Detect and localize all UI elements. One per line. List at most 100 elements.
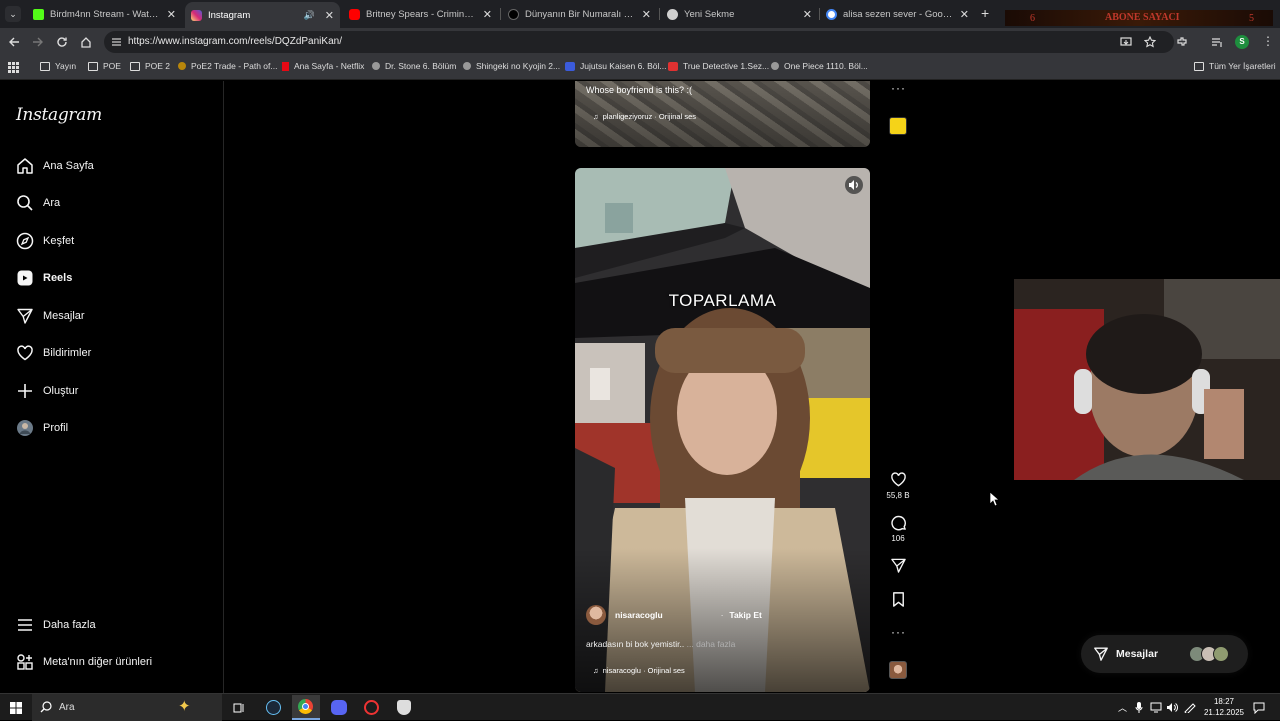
site-info-icon[interactable] bbox=[111, 37, 122, 47]
taskbar-search-box[interactable]: Ara ✦ bbox=[32, 694, 222, 721]
nav-reels[interactable]: Reels bbox=[16, 269, 72, 287]
bookmark-true-detective[interactable]: True Detective 1.Sez... bbox=[668, 61, 769, 71]
back-icon[interactable] bbox=[8, 36, 20, 48]
tab-instagram[interactable]: Instagram 🔊 ✕ bbox=[185, 2, 340, 28]
bookmark-poe2-trade[interactable]: PoE2 Trade - Path of... bbox=[178, 61, 277, 71]
steam-app-icon[interactable] bbox=[266, 700, 281, 715]
bookmark-poe[interactable]: POE bbox=[88, 61, 121, 71]
microphone-icon[interactable] bbox=[1135, 702, 1143, 714]
browser-menu-icon[interactable]: ⋮ bbox=[1262, 34, 1274, 48]
audio-thumbnail[interactable] bbox=[889, 661, 907, 679]
speaker-icon[interactable]: 🔊 bbox=[304, 10, 315, 21]
bookmark-poe2[interactable]: POE 2 bbox=[130, 61, 170, 71]
nav-profile[interactable]: Profil bbox=[16, 419, 68, 437]
heart-icon bbox=[890, 472, 906, 487]
app-icon[interactable] bbox=[364, 700, 379, 715]
close-tab-icon[interactable]: ✕ bbox=[803, 8, 812, 21]
network-icon[interactable] bbox=[1150, 702, 1162, 713]
tab-google-search[interactable]: alisa sezen sever - Google'da A ✕ bbox=[820, 3, 975, 25]
poe-trade-favicon-icon bbox=[178, 62, 186, 70]
media-control-icon[interactable] bbox=[1211, 36, 1223, 48]
close-tab-icon[interactable]: ✕ bbox=[483, 8, 492, 21]
nav-home[interactable]: Ana Sayfa bbox=[16, 157, 94, 175]
chrome-app-icon[interactable] bbox=[292, 695, 320, 720]
address-bar[interactable]: https://www.instagram.com/reels/DQZdPani… bbox=[104, 31, 1174, 53]
nav-meta-products[interactable]: Meta'nın diğer ürünleri bbox=[16, 653, 152, 671]
nav-messages[interactable]: Mesajlar bbox=[16, 307, 85, 325]
new-tab-button[interactable]: + bbox=[981, 5, 989, 21]
tab-new-tab[interactable]: Yeni Sekme ✕ bbox=[661, 3, 818, 25]
bookmark-jujutsu[interactable]: Jujutsu Kaisen 6. Böl... bbox=[565, 61, 666, 71]
nav-label: Daha fazla bbox=[43, 619, 96, 631]
avatar bbox=[17, 420, 33, 436]
messages-float-button[interactable]: Mesajlar bbox=[1081, 635, 1248, 673]
hidden-icons-chevron[interactable]: ︿ bbox=[1118, 701, 1127, 714]
instagram-logo[interactable]: Instagram bbox=[16, 105, 102, 125]
reel-audio-row[interactable]: ♫ nisaracoglu · Orijinal ses bbox=[593, 666, 685, 675]
windows-start-icon[interactable] bbox=[10, 702, 22, 714]
profile-avatar[interactable]: S bbox=[1235, 35, 1249, 49]
more-options-icon[interactable]: ··· bbox=[891, 625, 906, 639]
site-favicon-icon bbox=[463, 62, 471, 70]
caption-more-link[interactable]: ... daha fazla bbox=[687, 639, 736, 649]
reel-previous[interactable]: Whose boyfriend is this? :( ♫ planligezi… bbox=[575, 81, 870, 147]
tab-birdm4nn[interactable]: Birdm4nn Stream - Watch Live ✕ bbox=[27, 3, 182, 25]
all-bookmarks[interactable]: Tüm Yer İşaretleri bbox=[1194, 61, 1276, 71]
close-tab-icon[interactable]: ✕ bbox=[960, 8, 969, 21]
mute-toggle-button[interactable] bbox=[845, 176, 863, 194]
browser-toolbar: https://www.instagram.com/reels/DQZdPani… bbox=[0, 28, 1280, 56]
home-icon[interactable] bbox=[80, 36, 92, 48]
clock[interactable]: 18:27 21.12.2025 bbox=[1200, 696, 1248, 718]
discord-app-icon[interactable] bbox=[331, 700, 347, 715]
bookmark-yayin[interactable]: Yayın bbox=[40, 61, 76, 71]
nav-search[interactable]: Ara bbox=[16, 194, 60, 212]
search-icon bbox=[17, 195, 33, 211]
nav-more[interactable]: Daha fazla bbox=[16, 616, 96, 634]
tab-title: Instagram bbox=[208, 9, 251, 21]
notification-center-icon[interactable] bbox=[1253, 702, 1265, 714]
kick-favicon-icon bbox=[33, 8, 44, 20]
url-text[interactable]: https://www.instagram.com/reels/DQZdPani… bbox=[128, 36, 342, 47]
bookmark-netflix[interactable]: Ana Sayfa - Netflix bbox=[282, 61, 364, 71]
reload-icon[interactable] bbox=[56, 36, 68, 48]
reel-audio[interactable]: planligeziyoruz · Orijinal ses bbox=[603, 112, 696, 121]
nav-create[interactable]: Oluştur bbox=[16, 382, 78, 400]
save-action[interactable] bbox=[885, 591, 911, 611]
tab-britney[interactable]: Britney Spears - Criminal (Offic ✕ bbox=[343, 3, 498, 25]
tab-title: Dünyanın Bir Numaralı Yıldızı bbox=[525, 8, 636, 20]
pen-icon[interactable] bbox=[1184, 702, 1196, 713]
nav-explore[interactable]: Keşfet bbox=[16, 232, 74, 250]
forward-icon[interactable] bbox=[32, 36, 44, 48]
app-icon[interactable] bbox=[397, 700, 411, 715]
bookmark-shingeki[interactable]: Shingeki no Kyojin 2... bbox=[463, 61, 560, 71]
volume-icon[interactable] bbox=[1166, 702, 1178, 713]
nav-notifications[interactable]: Bildirimler bbox=[16, 344, 91, 362]
author-username[interactable]: nisaracoglu bbox=[615, 610, 663, 620]
caption-text: arkadasın bi bok yemistir.. bbox=[586, 639, 685, 649]
task-view-icon[interactable] bbox=[233, 702, 245, 714]
nav-label: Meta'nın diğer ürünleri bbox=[43, 656, 153, 668]
tab-dunyanin[interactable]: Dünyanın Bir Numaralı Yıldızı ✕ bbox=[502, 3, 657, 25]
audio-thumbnail[interactable] bbox=[889, 117, 907, 135]
bookmark-star-icon[interactable] bbox=[1144, 36, 1156, 48]
close-tab-icon[interactable]: ✕ bbox=[325, 9, 334, 22]
site-favicon-icon bbox=[668, 61, 678, 71]
bookmark-label: Ana Sayfa - Netflix bbox=[294, 61, 365, 71]
extensions-icon[interactable] bbox=[1176, 36, 1188, 48]
reel-main-video[interactable]: TOPARLAMA nisaracoglu · Takip Et arkadas… bbox=[575, 168, 870, 692]
author-avatar[interactable] bbox=[586, 605, 606, 625]
messages-icon bbox=[1094, 647, 1108, 661]
like-action[interactable]: 55,8 B bbox=[885, 471, 911, 500]
follow-button[interactable]: Takip Et bbox=[729, 610, 761, 620]
share-action[interactable] bbox=[885, 557, 911, 577]
comment-action[interactable]: 106 bbox=[885, 514, 911, 543]
reel-text-overlay: TOPARLAMA bbox=[668, 291, 777, 310]
install-app-icon[interactable] bbox=[1120, 36, 1132, 48]
tab-search-dropdown-icon[interactable]: ⌄ bbox=[5, 6, 21, 22]
apps-grid-icon[interactable] bbox=[8, 62, 19, 73]
more-options-icon[interactable]: ··· bbox=[891, 81, 906, 95]
close-tab-icon[interactable]: ✕ bbox=[167, 8, 176, 21]
bookmark-one-piece[interactable]: One Piece 1110. Böl... bbox=[771, 61, 868, 71]
close-tab-icon[interactable]: ✕ bbox=[642, 8, 651, 21]
bookmark-dr-stone[interactable]: Dr. Stone 6. Bölüm bbox=[372, 61, 456, 71]
